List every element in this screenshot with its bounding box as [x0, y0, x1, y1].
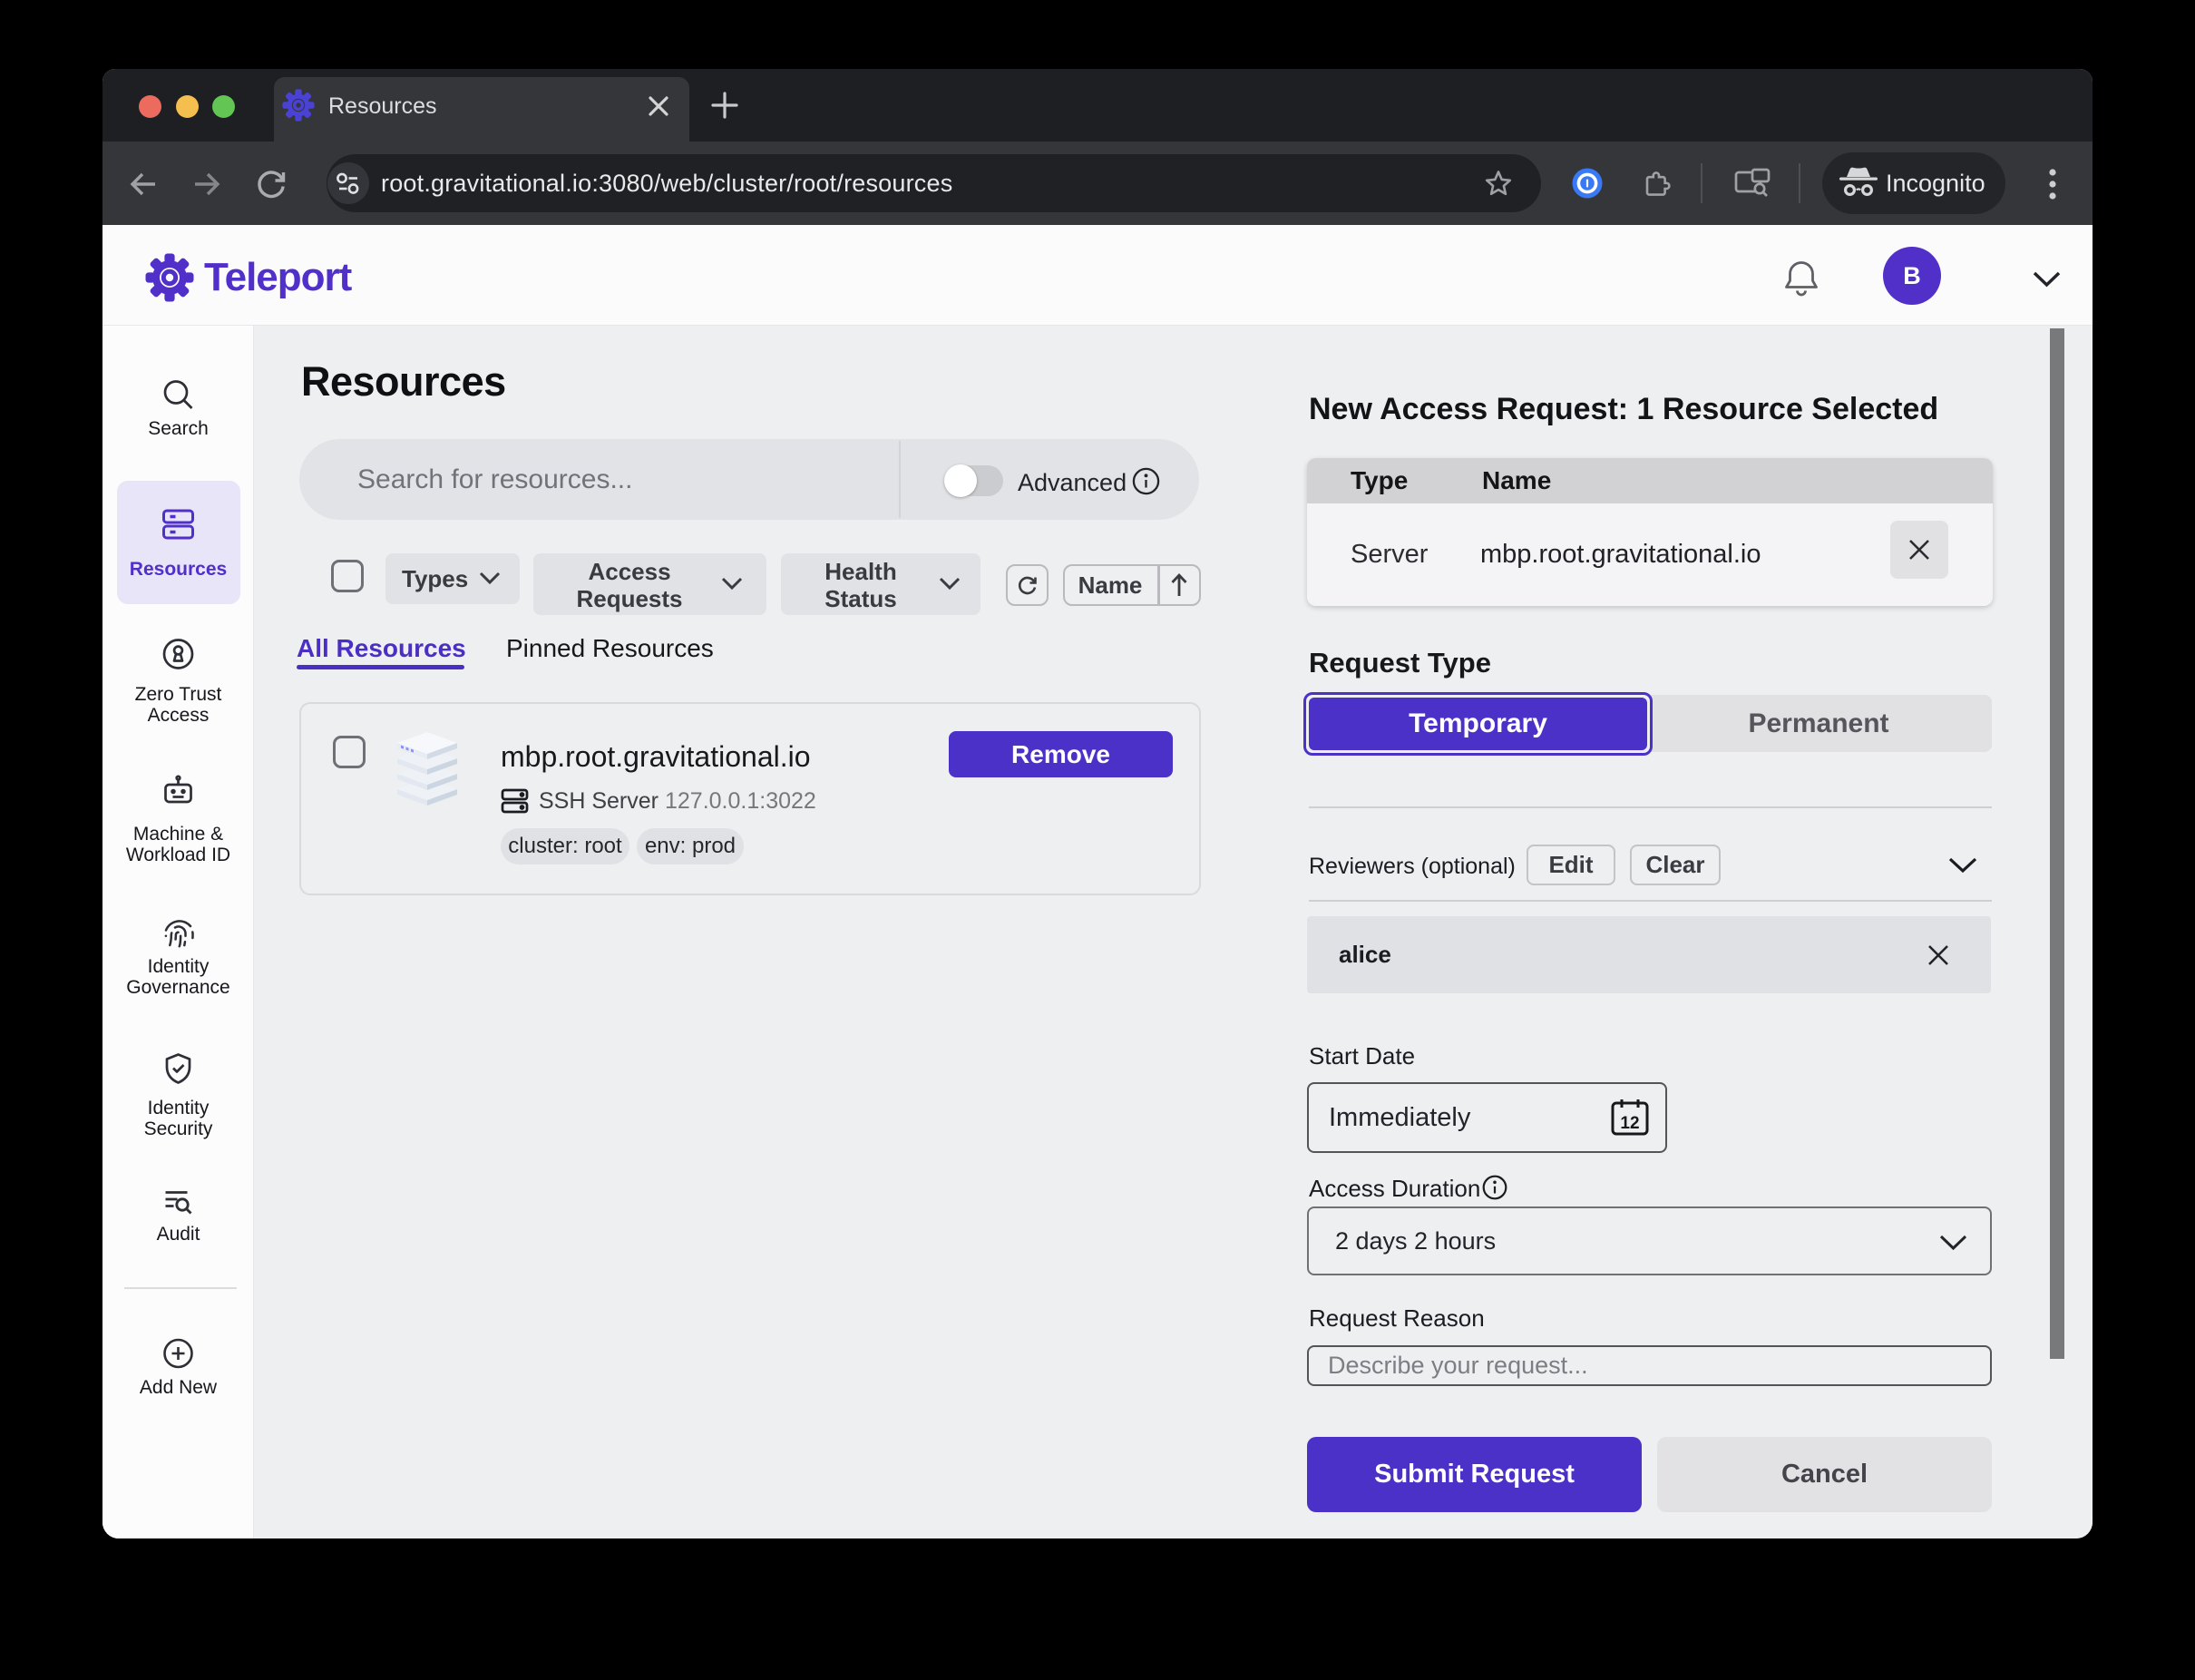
- svg-text:12: 12: [1620, 1114, 1639, 1133]
